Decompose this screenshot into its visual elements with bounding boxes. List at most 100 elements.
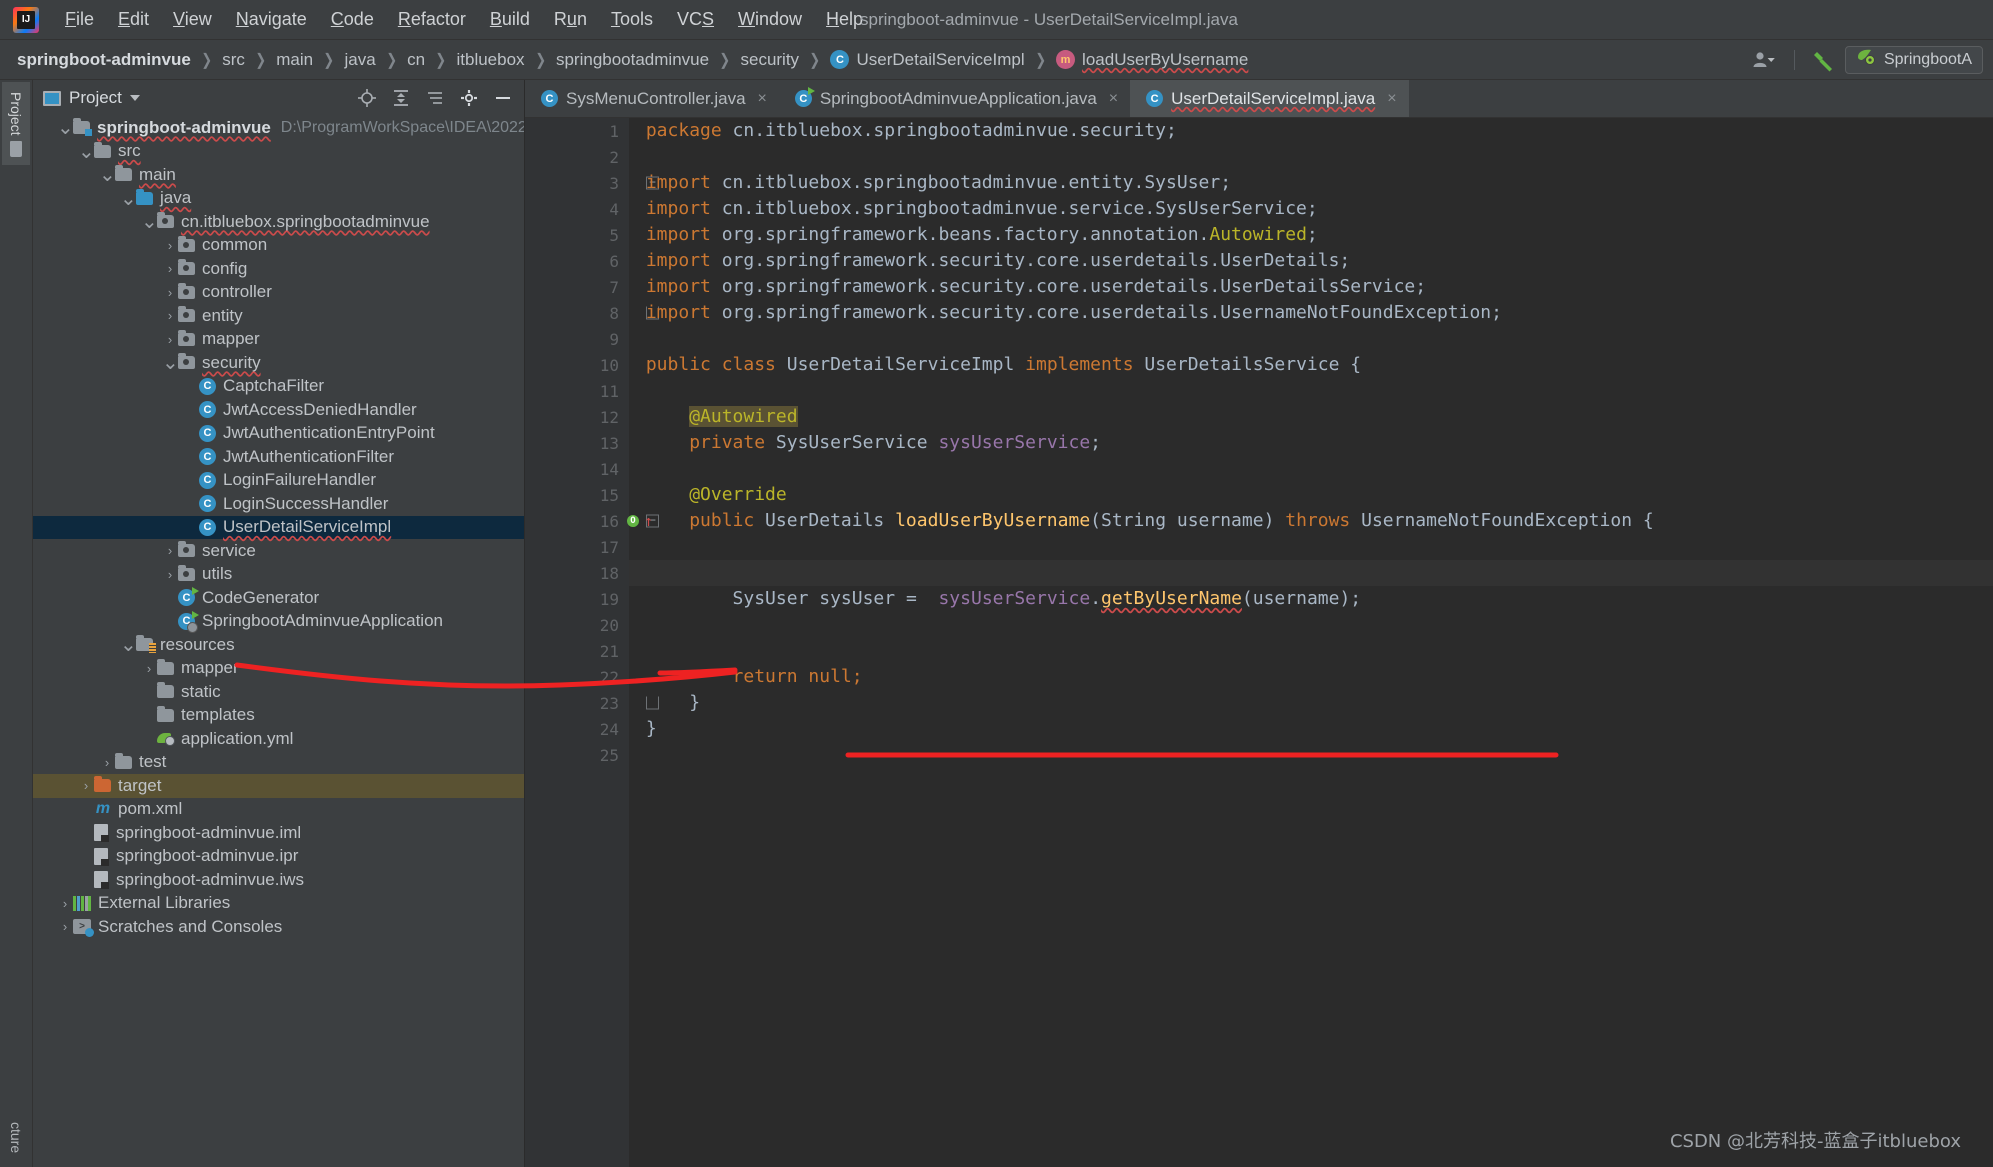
collapse-all-icon[interactable] bbox=[388, 85, 414, 111]
chevron-down-icon[interactable]: ⌄ bbox=[57, 116, 74, 140]
editor-tab-springbootadminvueapplication-java[interactable]: C SpringbootAdminvueApplication.java × bbox=[779, 80, 1130, 117]
gutter-line-25[interactable]: 25 bbox=[525, 742, 629, 768]
menu-item-refactor[interactable]: Refactor bbox=[386, 6, 478, 33]
tree-node-java[interactable]: ⌄ java bbox=[33, 187, 524, 211]
chevron-right-icon[interactable]: › bbox=[99, 755, 115, 770]
gutter-line-7[interactable]: 7 bbox=[525, 274, 629, 300]
gutter-line-16[interactable]: 16− O ↑ bbox=[525, 508, 659, 534]
close-icon[interactable]: × bbox=[758, 90, 767, 108]
menu-item-navigate[interactable]: Navigate bbox=[224, 6, 319, 33]
tree-node-security[interactable]: ⌄ security bbox=[33, 351, 524, 375]
tree-node-springbootadminvueapplication[interactable]: C SpringbootAdminvueApplication bbox=[33, 610, 524, 634]
rail-tab-project[interactable]: Project bbox=[2, 82, 30, 165]
editor-gutter[interactable]: 1 2 3−4 5 6 7 8 9 10 11 12 13 14 15 16− O ↑ 17 18 19 20 21 22 2… bbox=[525, 118, 659, 1167]
menu-item-file[interactable]: File bbox=[53, 6, 106, 33]
tree-node-springboot-adminvue-iml[interactable]: springboot-adminvue.iml bbox=[33, 821, 524, 845]
run-configuration-selector[interactable]: SpringbootA bbox=[1844, 45, 1983, 74]
chevron-down-icon[interactable] bbox=[129, 95, 140, 101]
tree-node-service[interactable]: › service bbox=[33, 539, 524, 563]
gutter-line-19[interactable]: 19 bbox=[525, 586, 629, 612]
gutter-line-11[interactable]: 11 bbox=[525, 378, 629, 404]
chevron-right-icon[interactable]: › bbox=[78, 778, 94, 793]
gutter-line-20[interactable]: 20 bbox=[525, 612, 629, 638]
tree-node-codegenerator[interactable]: C CodeGenerator bbox=[33, 586, 524, 610]
minimize-icon[interactable] bbox=[490, 85, 516, 111]
tree-node-mapper[interactable]: › mapper bbox=[33, 657, 524, 681]
tree-node-common[interactable]: › common bbox=[33, 234, 524, 258]
chevron-down-icon[interactable]: ⌄ bbox=[141, 209, 158, 234]
chevron-down-icon[interactable]: ⌄ bbox=[78, 139, 95, 164]
tree-node-captchafilter[interactable]: C CaptchaFilter bbox=[33, 375, 524, 399]
menu-item-view[interactable]: View bbox=[161, 6, 224, 33]
gutter-line-14[interactable]: 14 bbox=[525, 456, 629, 482]
gutter-line-23[interactable]: 23 bbox=[525, 690, 659, 716]
tree-node-static[interactable]: static bbox=[33, 680, 524, 704]
gutter-line-22[interactable]: 22 bbox=[525, 664, 629, 690]
gutter-line-10[interactable]: 10 bbox=[525, 352, 629, 378]
tree-node-controller[interactable]: › controller bbox=[33, 281, 524, 305]
gutter-line-2[interactable]: 2 bbox=[525, 144, 629, 170]
chevron-right-icon[interactable]: › bbox=[162, 238, 178, 253]
chevron-right-icon[interactable]: › bbox=[162, 567, 178, 582]
breadcrumb-item-springboot-adminvue[interactable]: springboot-adminvue bbox=[14, 48, 194, 72]
chevron-right-icon[interactable]: › bbox=[162, 285, 178, 300]
tree-node-resources[interactable]: ⌄ resources bbox=[33, 633, 524, 657]
expand-icon[interactable] bbox=[422, 85, 448, 111]
chevron-right-icon[interactable]: › bbox=[57, 919, 73, 934]
tree-node-userdetailserviceimpl[interactable]: C UserDetailServiceImpl bbox=[33, 515, 524, 539]
locate-icon[interactable] bbox=[354, 85, 380, 111]
editor-tab-sysmenucontroller-java[interactable]: C SysMenuController.java × bbox=[525, 80, 779, 117]
hammer-icon[interactable] bbox=[1803, 45, 1845, 75]
gutter-line-13[interactable]: 13 bbox=[525, 430, 629, 456]
tree-node-main[interactable]: ⌄ main bbox=[33, 163, 524, 187]
gutter-line-5[interactable]: 5 bbox=[525, 222, 629, 248]
breadcrumb-item-main[interactable]: main bbox=[273, 48, 316, 72]
tree-node-utils[interactable]: › utils bbox=[33, 563, 524, 587]
menu-item-vcs[interactable]: VCS bbox=[665, 6, 726, 33]
menu-item-code[interactable]: Code bbox=[319, 6, 386, 33]
breadcrumb-item-itbluebox[interactable]: itbluebox bbox=[454, 48, 528, 72]
menu-item-run[interactable]: Run bbox=[542, 6, 599, 33]
close-icon[interactable]: × bbox=[1387, 90, 1396, 108]
tree-node-test[interactable]: › test bbox=[33, 751, 524, 775]
breadcrumb-item-src[interactable]: src bbox=[219, 48, 248, 72]
menu-item-edit[interactable]: Edit bbox=[106, 6, 161, 33]
tree-node-templates[interactable]: templates bbox=[33, 704, 524, 728]
settings-gear-icon[interactable] bbox=[456, 85, 482, 111]
menu-item-build[interactable]: Build bbox=[478, 6, 542, 33]
gutter-line-17[interactable]: 17 bbox=[525, 534, 629, 560]
gutter-line-12[interactable]: 12 bbox=[525, 404, 629, 430]
tree-node-springboot-adminvue[interactable]: ⌄ springboot-adminvue D:\ProgramWorkSpace\… bbox=[33, 116, 524, 140]
gutter-line-1[interactable]: 1 bbox=[525, 118, 629, 144]
tree-node-springboot-adminvue-iws[interactable]: springboot-adminvue.iws bbox=[33, 868, 524, 892]
tree-node-loginsuccesshandler[interactable]: C LoginSuccessHandler bbox=[33, 492, 524, 516]
chevron-down-icon[interactable]: ⌄ bbox=[120, 186, 137, 211]
code-text-area[interactable]: package cn.itbluebox.springbootadminvue.… bbox=[629, 118, 1993, 1167]
chevron-right-icon[interactable]: › bbox=[162, 332, 178, 347]
tree-node-jwtaccessdeniedhandler[interactable]: C JwtAccessDeniedHandler bbox=[33, 398, 524, 422]
chevron-right-icon[interactable]: › bbox=[162, 308, 178, 323]
tree-node-springboot-adminvue-ipr[interactable]: springboot-adminvue.ipr bbox=[33, 845, 524, 869]
close-icon[interactable]: × bbox=[1109, 90, 1118, 108]
breadcrumb-item-cn[interactable]: cn bbox=[404, 48, 428, 72]
gutter-line-21[interactable]: 21 bbox=[525, 638, 629, 664]
gutter-line-9[interactable]: 9 bbox=[525, 326, 629, 352]
gutter-line-4[interactable]: 4 bbox=[525, 196, 629, 222]
breadcrumb-item-java[interactable]: java bbox=[342, 48, 379, 72]
tree-node-pom-xml[interactable]: m pom.xml bbox=[33, 798, 524, 822]
breadcrumb-item-loaduserbyusername[interactable]: m loadUserByUsername bbox=[1053, 48, 1251, 72]
menu-item-window[interactable]: Window bbox=[726, 6, 814, 33]
gutter-line-3[interactable]: 3− bbox=[525, 170, 659, 196]
gutter-line-6[interactable]: 6 bbox=[525, 248, 629, 274]
chevron-right-icon[interactable]: › bbox=[57, 896, 73, 911]
tree-node-scratches-and-consoles[interactable]: › > Scratches and Consoles bbox=[33, 915, 524, 939]
code-editor[interactable]: 1 2 3−4 5 6 7 8 9 10 11 12 13 14 15 16− O ↑ 17 18 19 20 21 22 2… bbox=[525, 118, 1993, 1167]
breadcrumb-item-userdetailserviceimpl[interactable]: C UserDetailServiceImpl bbox=[827, 48, 1027, 72]
gutter-line-8[interactable]: 8 bbox=[525, 300, 659, 326]
gutter-line-18[interactable]: 18 bbox=[525, 560, 629, 586]
gutter-line-15[interactable]: 15 bbox=[525, 482, 629, 508]
tree-node-jwtauthenticationentrypoint[interactable]: C JwtAuthenticationEntryPoint bbox=[33, 422, 524, 446]
chevron-down-icon[interactable]: ⌄ bbox=[162, 350, 179, 375]
tree-node-cn-itbluebox-springbootadminvue[interactable]: ⌄ cn.itbluebox.springbootadminvue bbox=[33, 210, 524, 234]
gutter-line-24[interactable]: 24 bbox=[525, 716, 629, 742]
